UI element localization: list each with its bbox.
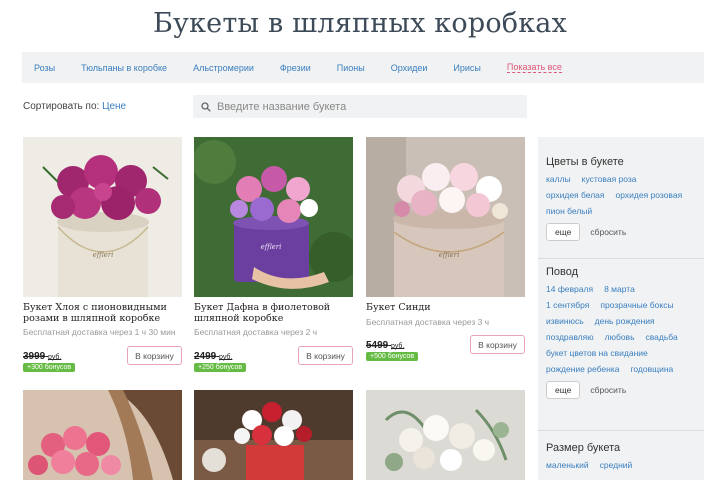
filter-tag[interactable]: прозрачные боксы [600, 300, 673, 310]
filter-tag[interactable]: извинюсь [546, 316, 584, 326]
category-peonies[interactable]: Пионы [337, 63, 365, 73]
filter-tag[interactable]: годовщина [630, 364, 673, 374]
category-alstroemeria[interactable]: Альстромерии [193, 63, 254, 73]
product-photo[interactable] [23, 390, 182, 480]
filter-size: Размер букета маленький средний [546, 442, 700, 476]
category-tulips-box[interactable]: Тюльпаны в коробке [81, 63, 167, 73]
divider [538, 430, 704, 431]
filters-sidebar: Цветы в букете каллы кустовая роза орхид… [538, 137, 704, 480]
sort-control: Сортировать по: Цене [23, 101, 126, 112]
sort-value-link[interactable]: Цене [102, 101, 126, 112]
category-freesia[interactable]: Фрезии [280, 63, 311, 73]
product-price: 2499 руб. [194, 351, 233, 362]
product-photo[interactable]: effleri [194, 137, 353, 297]
filter-tag[interactable]: 8 марта [604, 284, 635, 294]
filter-tag[interactable]: рождение ребенка [546, 364, 619, 374]
bonus-badge: +500 бонусов [366, 352, 419, 361]
product-price: 5499 руб. [366, 340, 405, 351]
filter-title: Размер букета [546, 442, 621, 454]
more-button[interactable]: еще [546, 381, 581, 399]
add-to-cart-button[interactable]: В корзину [127, 346, 182, 365]
divider [538, 258, 704, 259]
more-button[interactable]: еще [546, 223, 581, 241]
product-photo[interactable] [366, 390, 525, 480]
product-delivery: Бесплатная доставка через 3 ч [366, 317, 490, 327]
product-delivery: Бесплатная доставка через 1 ч 30 мин [23, 327, 176, 337]
svg-text:effleri: effleri [439, 251, 460, 259]
add-to-cart-button[interactable]: В корзину [298, 346, 353, 365]
filter-tag[interactable]: орхидея розовая [616, 190, 683, 200]
search-box[interactable] [193, 95, 527, 118]
filter-tag[interactable]: 14 февраля [546, 284, 593, 294]
product-name[interactable]: Букет Синди [366, 302, 526, 313]
filter-tag[interactable]: букет цветов на свидание [546, 348, 648, 358]
search-icon [201, 101, 211, 112]
product-photo[interactable] [194, 390, 353, 480]
show-all-link[interactable]: Показать все [506, 62, 562, 73]
filter-tag[interactable]: свадьба [646, 332, 678, 342]
product-delivery: Бесплатная доставка через 2 ч [194, 327, 318, 337]
filter-title: Повод [546, 266, 579, 278]
filter-title: Цветы в букете [546, 156, 624, 168]
bonus-badge: +300 бонусов [23, 363, 76, 372]
page-title: Букеты в шляпных коробках [152, 8, 568, 39]
category-nav: Розы Тюльпаны в коробке Альстромерии Фре… [22, 52, 704, 83]
product-photo[interactable]: effleri [23, 137, 182, 297]
category-orchids[interactable]: Орхидеи [391, 63, 428, 73]
filter-tag[interactable]: пион белый [546, 206, 592, 216]
product-card[interactable] [23, 390, 182, 480]
product-card[interactable]: effleri Букет Синди Бесплатная доставка … [366, 137, 525, 361]
category-roses[interactable]: Розы [34, 63, 55, 73]
filter-tag[interactable]: средний [600, 460, 633, 470]
svg-text:effleri: effleri [93, 251, 114, 259]
svg-text:effleri: effleri [261, 243, 282, 251]
filter-tag[interactable]: день рождения [595, 316, 655, 326]
product-price: 3999 руб. [23, 351, 62, 362]
product-card[interactable] [366, 390, 525, 480]
filter-tag[interactable]: любовь [605, 332, 635, 342]
filter-tag[interactable]: поздравляю [546, 332, 594, 342]
product-name[interactable]: Букет Дафна в фиолетовой шляпной коробке [194, 302, 354, 324]
filter-tag[interactable]: маленький [546, 460, 589, 470]
search-input[interactable] [217, 100, 507, 113]
product-photo[interactable]: effleri [366, 137, 525, 297]
filter-tag[interactable]: орхидея белая [546, 190, 605, 200]
reset-button[interactable]: сбросить [590, 385, 626, 395]
filter-tag[interactable]: кустовая роза [582, 174, 637, 184]
product-card[interactable]: effleri Букет Хлоя с пионовидными розами… [23, 137, 182, 372]
sort-label: Сортировать по: [23, 101, 100, 112]
product-card[interactable] [194, 390, 353, 480]
reset-button[interactable]: сбросить [590, 227, 626, 237]
filter-tag[interactable]: каллы [546, 174, 571, 184]
product-card[interactable]: effleri Букет Дафна в фиолетовой шляпной… [194, 137, 353, 372]
add-to-cart-button[interactable]: В корзину [470, 335, 525, 354]
category-irises[interactable]: Ирисы [453, 63, 480, 73]
filter-occasion: Повод 14 февраля 8 марта 1 сентября проз… [546, 266, 700, 399]
bonus-badge: +250 бонусов [194, 363, 247, 372]
filter-tag[interactable]: 1 сентября [546, 300, 589, 310]
filter-flowers: Цветы в букете каллы кустовая роза орхид… [546, 156, 700, 241]
product-name[interactable]: Букет Хлоя с пионовидными розами в шляпн… [23, 302, 183, 324]
